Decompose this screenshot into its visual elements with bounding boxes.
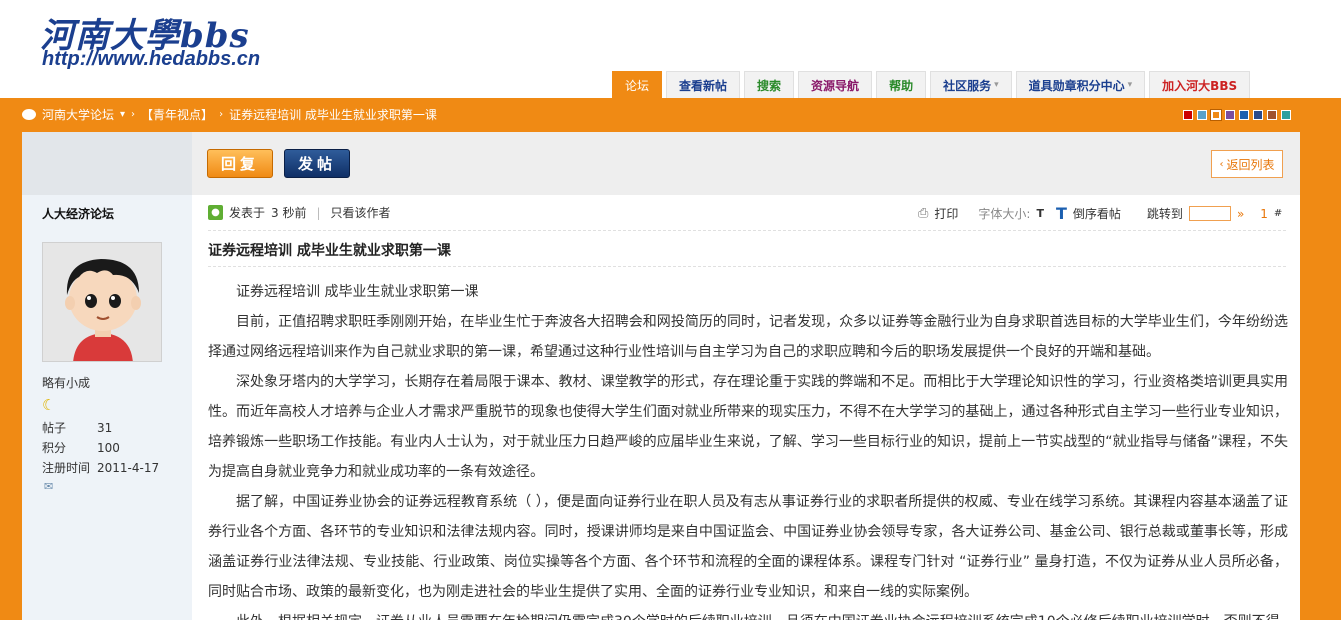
post-tools: ⎙ 打印 字体大小: T T 倒序看帖 跳转到 » 1 # bbox=[918, 204, 1282, 223]
nav-tab[interactable]: 加入河大BBS bbox=[1149, 71, 1251, 98]
stat-label: 积分 bbox=[42, 441, 67, 455]
stat-value: 2011-4-17 bbox=[97, 461, 160, 475]
nav-tab-label: 道具勋章积分中心 bbox=[1028, 78, 1125, 93]
nav-tab-label: 论坛 bbox=[625, 78, 650, 93]
jump-to-label: 跳转到 bbox=[1146, 207, 1183, 221]
meta-divider: | bbox=[316, 205, 321, 220]
breadcrumb-separator-icon: › bbox=[131, 109, 136, 120]
reverse-order-link[interactable]: 倒序看帖 bbox=[1073, 205, 1121, 222]
breadcrumb-forum[interactable]: 【青年视点】 bbox=[141, 106, 213, 123]
style-swatch[interactable] bbox=[1225, 110, 1235, 120]
post-paragraph: 据了解，中国证券业协会的证券远程教育系统（ ），便是面向证券行业在职人员及有志从… bbox=[208, 494, 1288, 600]
post-title: 证券远程培训 成毕业生就业求职第一课 bbox=[208, 243, 451, 259]
moon-icon: ☾ bbox=[42, 396, 56, 414]
style-swatch[interactable] bbox=[1210, 109, 1222, 121]
online-status-icon: ● bbox=[208, 205, 223, 220]
divider bbox=[208, 230, 1286, 231]
site-logo-url[interactable]: http://www.hedabbs.cn bbox=[42, 48, 260, 71]
nav-tab-label: 资源导航 bbox=[811, 78, 860, 93]
breadcrumb: 河南大学论坛 ▾ › 【青年视点】 › 证券远程培训 成毕业生就业求职第一课 bbox=[22, 106, 437, 123]
divider bbox=[208, 266, 1286, 267]
reply-button[interactable]: 回复 bbox=[207, 149, 273, 178]
jump-to-input[interactable] bbox=[1188, 206, 1231, 221]
site-header: 河南大學bbs http://www.hedabbs.cn 论坛 查看新帖 搜索 资源… bbox=[0, 0, 1341, 98]
nav-tab-label: 帮助 bbox=[889, 78, 914, 93]
back-to-list-label: 返回列表 bbox=[1226, 157, 1275, 172]
breadcrumb-thread: 证券远程培训 成毕业生就业求职第一课 bbox=[229, 108, 437, 122]
style-swatch[interactable] bbox=[1267, 110, 1277, 120]
author-stat-row: 注册时间 2011-4-17 bbox=[42, 458, 159, 478]
font-size-label: 字体大小: bbox=[978, 207, 1031, 221]
nav-tab[interactable]: 资源导航 bbox=[798, 71, 873, 98]
avatar[interactable] bbox=[42, 242, 162, 362]
post-meta: ● 发表于 3 秒前 | 只看该作者 bbox=[208, 204, 391, 221]
avatar-image bbox=[43, 243, 161, 361]
nav-tab[interactable]: 道具勋章积分中心 ▾ bbox=[1015, 71, 1146, 98]
content-panel: 回复 发帖 ‹ 返回列表 人大经济论坛 略有小成 ☾ 帖子 31 积分 100 注册时间… bbox=[22, 132, 1300, 620]
post-subtitle: 证券远程培训 成毕业生就业求职第一课 bbox=[236, 284, 479, 300]
main-nav: 论坛 查看新帖 搜索 资源导航 帮助 社区服务 ▾ 道具勋章积分中心 ▾ 加入河大BBS bbox=[612, 71, 1251, 98]
stat-value: 31 bbox=[97, 421, 113, 435]
nav-tab[interactable]: 查看新帖 bbox=[666, 71, 741, 98]
post-paragraph: 深处象牙塔内的大学学习，长期存在着局限于课本、教材、课堂教学的形式，存在理论重于… bbox=[208, 374, 1288, 480]
chevron-down-icon: ▾ bbox=[1127, 80, 1133, 90]
nav-tab[interactable]: 社区服务 ▾ bbox=[930, 71, 1012, 98]
style-swatch[interactable] bbox=[1253, 110, 1263, 120]
style-swatch[interactable] bbox=[1183, 110, 1193, 120]
post-paragraph: 此外，根据相关规定，证券从业人员需要在年检期间仍需完成30个学时的后续职业培训，… bbox=[208, 607, 1288, 620]
only-author-link[interactable]: 只看该作者 bbox=[331, 204, 391, 221]
new-post-button[interactable]: 发帖 bbox=[284, 149, 350, 178]
printer-icon[interactable]: ⎙ bbox=[918, 206, 928, 221]
nav-tab[interactable]: 帮助 bbox=[876, 71, 927, 98]
chevron-down-icon[interactable]: ▾ bbox=[120, 109, 125, 120]
nav-tab[interactable]: 论坛 bbox=[612, 71, 663, 98]
post-body: 证券远程培训 成毕业生就业求职第一课 目前，正值招聘求职旺季刚刚开始，在毕业生忙… bbox=[208, 277, 1288, 620]
style-swatch[interactable] bbox=[1281, 110, 1291, 120]
style-swatch[interactable] bbox=[1197, 110, 1207, 120]
back-to-list-button[interactable]: ‹ 返回列表 bbox=[1211, 150, 1283, 178]
breadcrumb-home[interactable]: 河南大学论坛 bbox=[42, 106, 114, 123]
author-stats: 帖子 31 积分 100 注册时间 2011-4-17 bbox=[42, 418, 159, 478]
author-stat-row: 积分 100 bbox=[42, 438, 159, 458]
nav-tab-label: 社区服务 bbox=[943, 78, 992, 93]
nav-tab-label: 加入河大BBS bbox=[1162, 78, 1238, 93]
floor-mark: # bbox=[1273, 208, 1283, 219]
font-small-button[interactable]: T bbox=[1036, 207, 1044, 220]
post-time: 3 秒前 bbox=[271, 206, 307, 220]
font-large-button[interactable]: T bbox=[1056, 204, 1067, 223]
stat-label: 注册时间 bbox=[42, 461, 91, 475]
posted-label: 发表于 bbox=[229, 206, 266, 220]
forum-bubble-icon bbox=[22, 109, 36, 120]
nav-tab-label: 查看新帖 bbox=[679, 78, 728, 93]
stat-value: 100 bbox=[97, 441, 120, 455]
breadcrumb-separator-icon: › bbox=[219, 109, 224, 120]
message-icon[interactable]: ✉ bbox=[44, 480, 53, 493]
chevron-left-icon: ‹ bbox=[1219, 158, 1224, 170]
jump-go-button[interactable]: » bbox=[1237, 207, 1244, 221]
style-swatches bbox=[1183, 109, 1291, 121]
nav-tab[interactable]: 搜索 bbox=[744, 71, 795, 98]
user-rank-title: 略有小成 bbox=[42, 376, 91, 390]
style-swatch[interactable] bbox=[1239, 110, 1249, 120]
stat-label: 帖子 bbox=[42, 421, 67, 435]
floor-number: 1 bbox=[1260, 206, 1268, 221]
post-paragraph: 目前，正值招聘求职旺季刚刚开始，在毕业生忙于奔波各大招聘会和网投简历的同时，记者… bbox=[208, 314, 1288, 360]
author-sidebar-top bbox=[22, 132, 192, 195]
post-toolbar bbox=[192, 132, 1300, 195]
author-name[interactable]: 人大经济论坛 bbox=[42, 205, 114, 222]
print-link[interactable]: 打印 bbox=[934, 205, 958, 222]
nav-tab-label: 搜索 bbox=[757, 78, 782, 93]
author-stat-row: 帖子 31 bbox=[42, 418, 159, 438]
chevron-down-icon: ▾ bbox=[994, 80, 999, 90]
